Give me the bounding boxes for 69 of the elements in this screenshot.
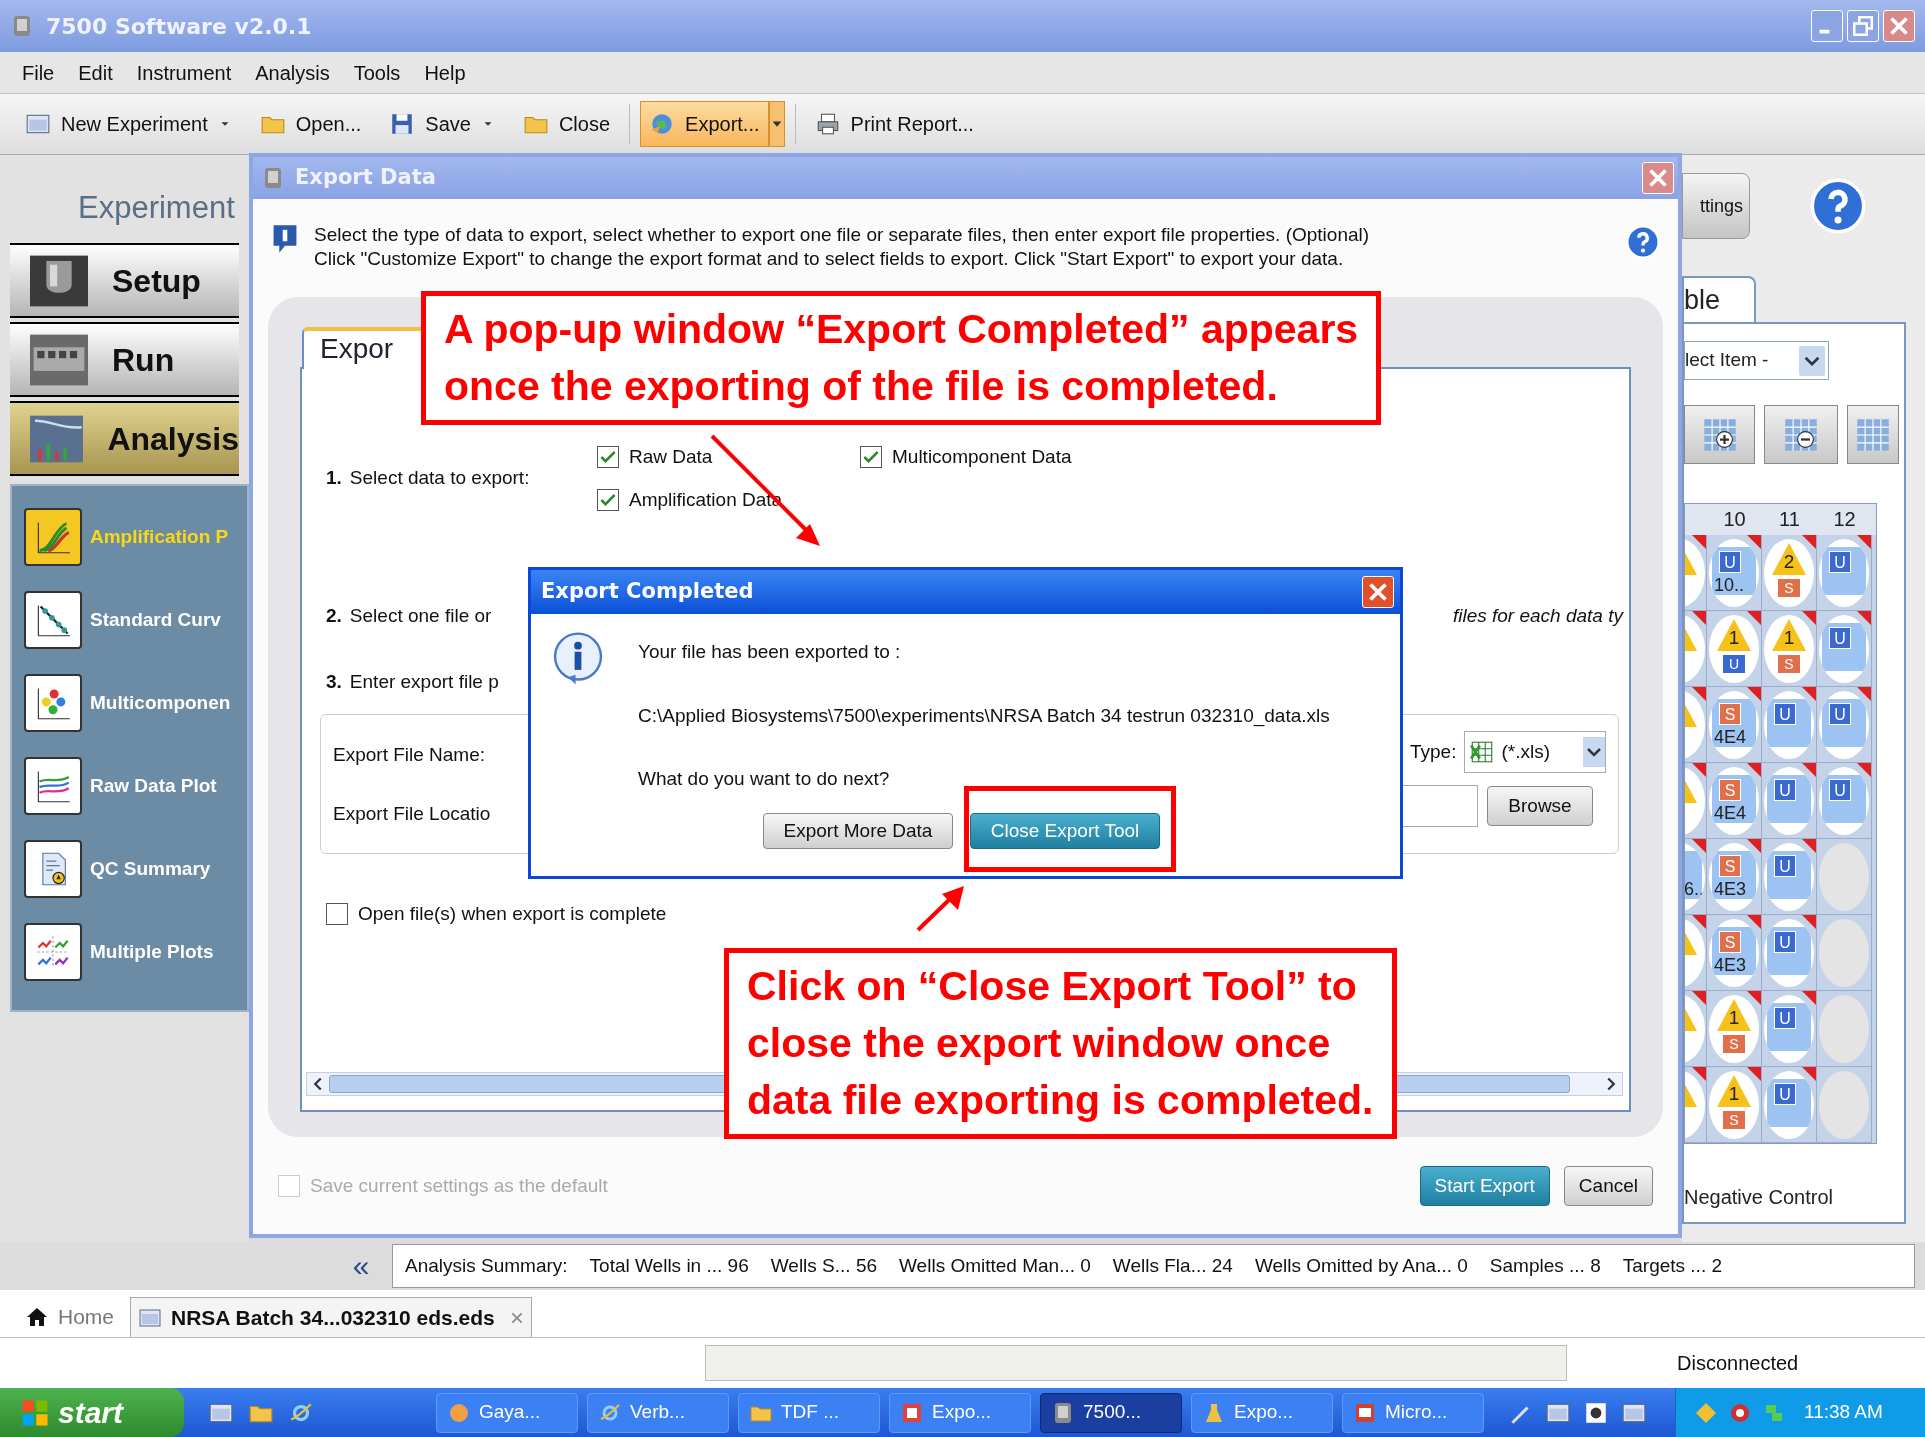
step-number: 2. (326, 603, 342, 628)
well-badge: U (1829, 627, 1851, 649)
well-badge: S (1719, 931, 1741, 953)
well-value: 4E4 (1714, 727, 1747, 747)
well-badge: U (1774, 855, 1796, 877)
checkbox-label: Multicomponent Data (892, 444, 1072, 469)
well-badge: U (1774, 1007, 1796, 1029)
question-text: What do you want to do next? (638, 767, 891, 791)
well-badge: S (1719, 703, 1741, 725)
well-badge: U (1829, 779, 1851, 801)
well-value: 4E3 (1714, 955, 1747, 975)
legend-label: Negative Control (1684, 1185, 1834, 1210)
annotation-tooltip: Click on “Close Export Tool” to close the export window once data file exporting is completed. (724, 948, 1397, 1139)
step-number: 1. (326, 466, 342, 491)
column-header: 11 (1778, 507, 1801, 532)
well-value: 4E4 (1714, 803, 1747, 823)
field-label: Export File Name: (333, 743, 487, 767)
checkbox-label: Raw Data (629, 444, 713, 469)
well-value: 1 (1727, 1084, 1741, 1104)
well-value: 6.. (1685, 879, 1704, 899)
well-badge: U (1829, 551, 1851, 573)
well-value: 4E3 (1714, 879, 1747, 899)
well-badge: U (1719, 551, 1741, 573)
window-title: 7500 Software v2.0.1 (46, 12, 312, 41)
well-value: 10.. (1714, 575, 1745, 595)
step-number: 3. (326, 669, 342, 694)
well-badge: U (1774, 1083, 1796, 1105)
well-value: 1 (1782, 628, 1796, 648)
summary-item: Total Wells in ... 96 (589, 1253, 749, 1278)
step-label: Enter export file p (349, 669, 499, 694)
well-badge: S (1719, 779, 1741, 801)
clock: 11:38 AM (1804, 1400, 1883, 1425)
field-label: Export File Locatio (333, 801, 491, 826)
well-badge: S (1723, 1035, 1745, 1053)
well-badge: U (1774, 931, 1796, 953)
well-value: 2 (1782, 552, 1796, 572)
summary-label: Analysis Summary: (405, 1253, 568, 1278)
column-header: 12 (1832, 507, 1857, 532)
section-header: Experiment (77, 188, 236, 227)
well-badge: U (1774, 703, 1796, 725)
summary-item: Wells Fla... 24 (1112, 1253, 1233, 1278)
status-text: Disconnected (1677, 1351, 1799, 1376)
summary-item: Wells S... 56 (770, 1253, 878, 1278)
well-badge: S (1778, 655, 1800, 673)
dialog-title: Export Data (295, 164, 436, 192)
column-header: 10 (1722, 507, 1747, 532)
step-label: Select data to export: (349, 466, 530, 491)
annotation-tooltip: A pop-up window “Export Completed” appears once the exporting of the file is completed. (421, 291, 1382, 425)
file-path-text: C:\Applied Biosystems\7500\experiments\NRSA Batch 34 testrun 032310_data.xls (638, 704, 1330, 728)
well-badge: S (1719, 855, 1741, 877)
step-label: Select one file or (349, 603, 492, 628)
instructions-text: Select the type of data to export, select whether to export one file or separate files, then enter export file properties. (Optional) Click "Customize Export" to change the export format and to select fields to export. Click "Start Export" to export your data. (314, 223, 1371, 271)
summary-item: Wells Omitted by Ana... 0 (1254, 1253, 1468, 1278)
well-badge: U (1829, 703, 1851, 725)
summary-item: Targets ... 2 (1622, 1253, 1723, 1278)
well-value: 1 (1727, 1008, 1741, 1028)
well-badge: U (1774, 779, 1796, 801)
summary-item: Wells Omitted Man... 0 (899, 1253, 1091, 1278)
field-label: Type: (1410, 739, 1457, 764)
option-label: files for each data ty (1452, 603, 1623, 628)
dialog-title: Export Completed (541, 578, 754, 606)
checkbox-label: Save current settings as the default (310, 1173, 608, 1198)
message-text: Your file has been exported to : (638, 640, 902, 664)
well-badge: U (1723, 655, 1745, 673)
well-badge: S (1723, 1111, 1745, 1129)
checkbox-label: Open file(s) when export is complete (358, 901, 667, 926)
summary-item: Samples ... 8 (1489, 1253, 1601, 1278)
well-badge: S (1778, 579, 1800, 597)
well-value: 1 (1727, 628, 1741, 648)
